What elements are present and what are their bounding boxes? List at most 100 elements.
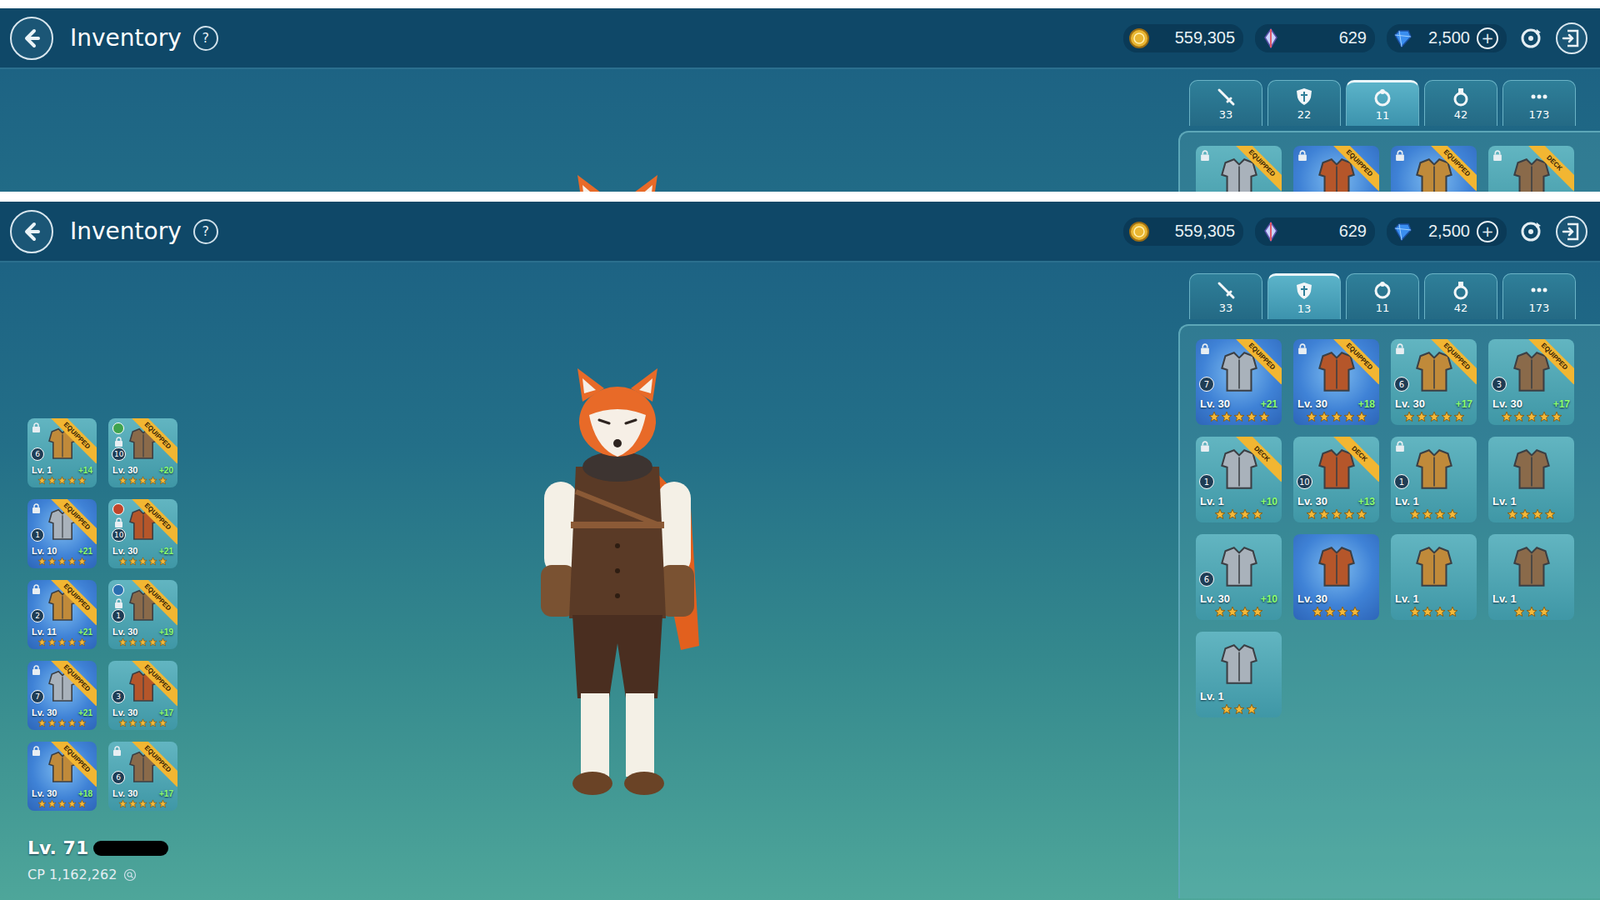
gear-item-icon: [1505, 445, 1558, 497]
equipped-item-card[interactable]: EQUIPPED7Lv. 30+21: [27, 660, 97, 730]
item-card[interactable]: EQUIPPEDLv. 30+18: [1293, 339, 1380, 425]
item-card[interactable]: EQUIPPED: [1195, 145, 1282, 192]
category-tab[interactable]: 22: [1267, 80, 1341, 126]
category-tab[interactable]: 42: [1424, 80, 1498, 126]
item-card[interactable]: EQUIPPED3Lv. 30+17: [1488, 339, 1575, 425]
category-tab[interactable]: 173: [1502, 273, 1576, 320]
equipped-item-card[interactable]: EQUIPPED1Lv. 30+19: [108, 580, 178, 650]
star-rating: [31, 718, 93, 728]
star-icon: [1421, 508, 1434, 520]
card-footer: Lv. 1+10: [1200, 495, 1278, 520]
star-icon: [148, 475, 158, 485]
level-row: Lv. 30+17: [112, 707, 174, 718]
item-card[interactable]: 6Lv. 30+10: [1195, 534, 1282, 620]
star-icon: [118, 799, 128, 809]
equipped-item-card[interactable]: EQUIPPED6Lv. 1+14: [27, 418, 97, 488]
equipped-item-card[interactable]: EQUIPPED6Lv. 30+17: [108, 741, 178, 811]
star-icon: [148, 718, 158, 728]
item-card[interactable]: Lv. 1: [1488, 534, 1575, 620]
star-icon: [1214, 605, 1226, 618]
level-row: Lv. 30+20: [112, 465, 174, 475]
item-card[interactable]: EQUIPPED6Lv. 30+17: [1390, 339, 1477, 425]
category-tab[interactable]: 33: [1189, 80, 1263, 126]
equipped-item-card[interactable]: EQUIPPED10Lv. 30+21: [108, 499, 178, 569]
item-bonus: +17: [159, 708, 174, 718]
back-button[interactable]: [10, 16, 54, 60]
equipped-item-card[interactable]: EQUIPPED3Lv. 30+17: [108, 660, 178, 730]
enhance-level: 7: [30, 690, 45, 704]
back-button[interactable]: [10, 210, 54, 254]
item-card[interactable]: DECK: [1488, 145, 1575, 192]
enhance-level: 10: [111, 528, 126, 542]
item-grid: EQUIPPEDEQUIPPEDEQUIPPEDDECK: [1195, 145, 1585, 192]
card-footer: Lv. 1+14: [31, 465, 93, 485]
help-button[interactable]: ?: [193, 219, 219, 245]
item-card[interactable]: Lv. 1: [1195, 631, 1282, 718]
fox-character-icon[interactable]: [525, 173, 710, 192]
item-card[interactable]: EQUIPPED: [1390, 145, 1477, 192]
refresh-icon[interactable]: [1518, 25, 1544, 51]
add-gems-button[interactable]: +: [1476, 220, 1499, 243]
star-icon: [148, 556, 158, 566]
star-icon: [1525, 410, 1538, 423]
fox-character-icon[interactable]: [525, 366, 710, 821]
star-icon: [1336, 605, 1349, 618]
item-bonus: +14: [78, 465, 93, 475]
item-card[interactable]: Lv. 1: [1488, 436, 1575, 523]
add-gems-button[interactable]: +: [1476, 27, 1499, 50]
potion-icon: [1450, 86, 1471, 107]
star-icon: [57, 475, 67, 485]
equipped-item-card[interactable]: EQUIPPED10Lv. 30+20: [108, 418, 178, 488]
level-row: Lv. 30: [1297, 592, 1375, 605]
star-icon: [1550, 410, 1563, 423]
level-row: Lv. 1+10: [1200, 495, 1278, 508]
item-bonus: +13: [1358, 495, 1375, 508]
category-tab[interactable]: 33: [1189, 273, 1263, 320]
item-card[interactable]: Lv. 30: [1293, 534, 1380, 620]
lock-icon: [114, 598, 124, 609]
item-level: Lv. 30: [1297, 495, 1328, 508]
item-card[interactable]: DECK1Lv. 1+10: [1195, 436, 1282, 523]
star-icon: [1446, 508, 1459, 520]
card-footer: Lv. 30+19: [112, 626, 174, 647]
star-icon: [1233, 410, 1245, 423]
star-rating: [1297, 410, 1375, 423]
category-tab[interactable]: 13: [1267, 273, 1341, 320]
redacted-name: [93, 840, 169, 856]
star-icon: [1538, 605, 1550, 618]
refresh-icon[interactable]: [1518, 219, 1544, 245]
star-icon: [1251, 605, 1264, 618]
enhance-level: 1: [30, 528, 45, 542]
magnifier-icon[interactable]: [123, 868, 137, 882]
card-footer: Lv. 30+18: [1297, 397, 1375, 423]
star-icon: [1403, 410, 1415, 423]
category-tab[interactable]: 173: [1502, 80, 1576, 126]
category-tab[interactable]: 11: [1345, 80, 1420, 126]
star-icon: [128, 799, 138, 809]
star-icon: [1538, 410, 1550, 423]
item-card[interactable]: 1Lv. 1: [1390, 436, 1477, 523]
star-icon: [158, 637, 168, 647]
equipped-item-card[interactable]: EQUIPPED2Lv. 11+21: [27, 580, 97, 650]
equipped-item-card[interactable]: EQUIPPEDLv. 30+18: [27, 741, 97, 811]
help-button[interactable]: ?: [193, 25, 219, 51]
star-icon: [1506, 508, 1519, 520]
item-card[interactable]: EQUIPPED: [1293, 145, 1380, 192]
star-icon: [1318, 410, 1330, 423]
item-card[interactable]: Lv. 1: [1390, 534, 1477, 620]
item-card[interactable]: EQUIPPED7Lv. 30+21: [1195, 339, 1282, 425]
category-tab[interactable]: 11: [1345, 273, 1420, 320]
star-icon: [138, 799, 148, 809]
player-level-row: Lv. 71: [27, 837, 250, 859]
exit-icon[interactable]: [1555, 21, 1589, 55]
star-rating: [31, 799, 93, 809]
category-tab[interactable]: 42: [1424, 273, 1498, 320]
star-icon: [1330, 410, 1343, 423]
star-icon: [1311, 605, 1324, 618]
gem-counter: 2,500+: [1386, 217, 1507, 246]
top-bar: Inventory?559,3056292,500+: [0, 8, 1600, 70]
star-icon: [1434, 508, 1446, 520]
exit-icon[interactable]: [1555, 215, 1589, 249]
equipped-item-card[interactable]: EQUIPPED1Lv. 10+21: [27, 499, 97, 569]
item-card[interactable]: DECK10Lv. 30+13: [1293, 436, 1380, 523]
